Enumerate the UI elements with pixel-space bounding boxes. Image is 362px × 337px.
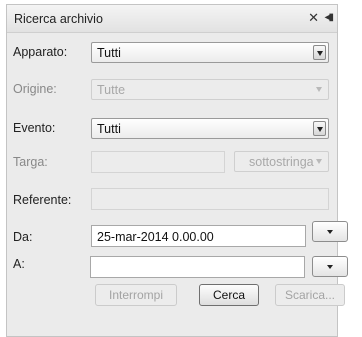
date-from-value: 25-mar-2014 0.00.00 (97, 230, 214, 244)
date-to-input[interactable] (90, 256, 305, 278)
chevron-down-icon[interactable] (313, 121, 326, 136)
apparato-label: Apparato: (13, 45, 68, 59)
date-to-picker-button[interactable] (312, 256, 348, 277)
dialog-title: Ricerca archivio (14, 12, 103, 26)
da-label: Da: (13, 230, 33, 244)
origine-label: Origine: (13, 82, 57, 96)
referente-label: Referente: (13, 193, 72, 207)
close-icon[interactable]: ✕ (308, 11, 319, 25)
cerca-button[interactable]: Cerca (199, 284, 259, 306)
title-bar: Ricerca archivio ✕ ◂▮ (7, 5, 337, 33)
targa-mode-value: sottostringa (249, 155, 314, 169)
apparato-value: Tutti (97, 46, 121, 60)
scarica-button[interactable]: Scarica... (275, 284, 345, 306)
evento-label: Evento: (13, 121, 56, 135)
targa-field (91, 151, 225, 173)
targa-mode-select: sottostringa (234, 151, 329, 172)
a-label: A: (13, 257, 25, 271)
chevron-down-icon[interactable] (313, 45, 326, 60)
apparato-select[interactable]: Tutti (91, 42, 329, 63)
date-from-input[interactable]: 25-mar-2014 0.00.00 (91, 225, 306, 247)
interrompi-button[interactable]: Interrompi (95, 284, 177, 306)
evento-select[interactable]: Tutti (91, 118, 329, 139)
window-menu-icon[interactable]: ◂▮ (324, 11, 333, 25)
chevron-down-icon (313, 154, 326, 169)
chevron-down-icon (313, 82, 326, 97)
targa-label: Targa: (13, 155, 48, 169)
date-from-picker-button[interactable] (312, 221, 348, 242)
evento-value: Tutti (97, 122, 121, 136)
referente-field (91, 188, 329, 210)
origine-value: Tutte (97, 83, 126, 97)
origine-select: Tutte (91, 79, 329, 100)
